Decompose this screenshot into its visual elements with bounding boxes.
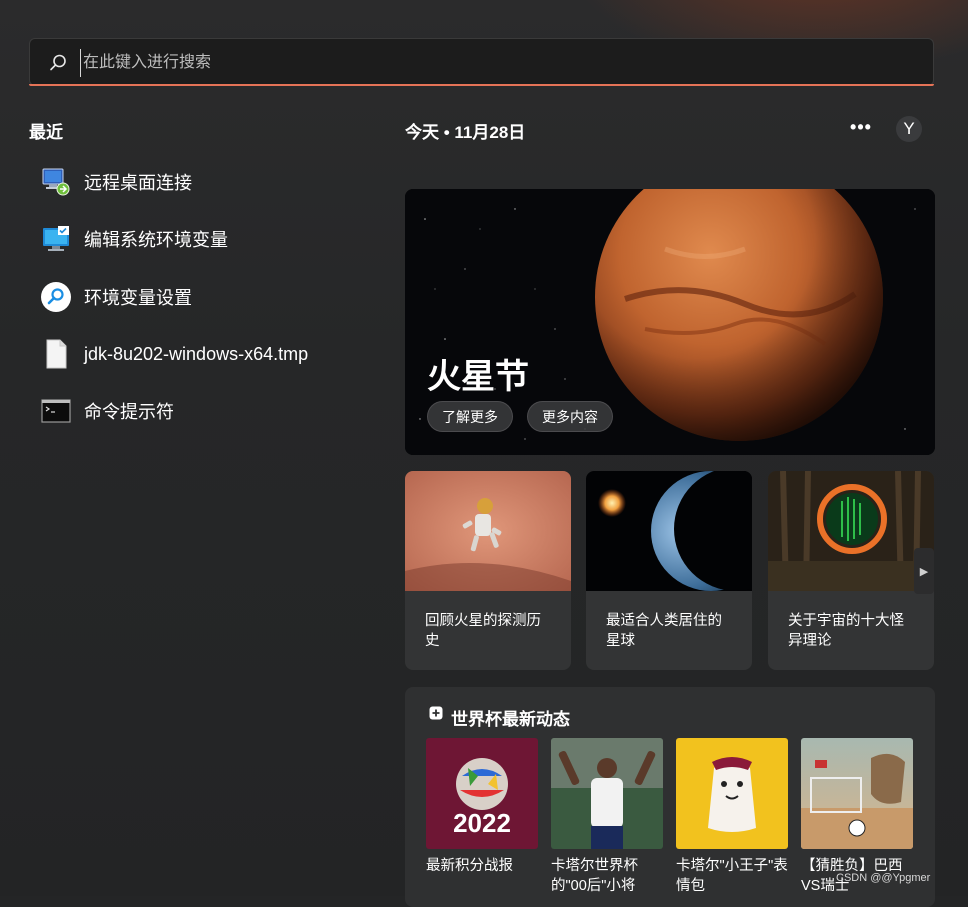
worldcup-caption: 卡塔尔"小王子"表情包 (676, 858, 788, 894)
monitor-check-icon (40, 223, 72, 255)
news-card-universe-theories[interactable]: 关于宇宙的十大怪异理论 (768, 471, 934, 670)
year-badge: 2022 (453, 808, 511, 838)
hero-card-mars-day[interactable]: 火星节 了解更多 更多内容 (405, 189, 935, 455)
worldcup-item-young-player[interactable] (551, 738, 663, 849)
recent-item-label: 命令提示符 (84, 402, 174, 422)
remote-desktop-icon (40, 166, 72, 198)
worldcup-item-standings[interactable]: 2022 (426, 738, 538, 849)
search-bar[interactable] (29, 38, 934, 86)
astronaut-image (405, 471, 571, 591)
hero-title: 火星节 (427, 358, 529, 396)
search-accent-line (29, 84, 934, 86)
search-icon (50, 54, 66, 71)
more-options-button[interactable]: ••• (848, 118, 874, 142)
worldcup-item-mascot[interactable] (676, 738, 788, 849)
recent-item-label: 远程桌面连接 (84, 173, 192, 193)
worldcup-caption: 最新积分战报 (426, 858, 513, 874)
card-caption: 关于宇宙的十大怪异理论 (788, 613, 904, 649)
portal-image (768, 471, 934, 591)
card-caption: 回顾火星的探测历史 (425, 613, 541, 649)
search-circle-icon (40, 281, 72, 313)
recent-item-label: 环境变量设置 (84, 288, 192, 308)
card-caption: 最适合人类居住的星球 (606, 613, 722, 649)
terminal-icon (40, 395, 72, 427)
date-heading: 今天 • 11月28日 (405, 123, 526, 142)
recent-item-label: 编辑系统环境变量 (84, 230, 228, 250)
search-input[interactable] (80, 49, 905, 77)
planet-image (586, 471, 752, 591)
learn-more-button[interactable]: 了解更多 (427, 401, 513, 432)
worldcup-caption: 卡塔尔世界杯的"00后"小将 (551, 858, 638, 894)
recent-item-env-settings[interactable]: 环境变量设置 (40, 277, 370, 317)
recent-item-command-prompt[interactable]: 命令提示符 (40, 391, 370, 431)
more-content-button[interactable]: 更多内容 (527, 401, 613, 432)
recent-item-jdk-file[interactable]: jdk-8u202-windows-x64.tmp (40, 334, 370, 374)
worldcup-title: 世界杯最新动态 (451, 710, 570, 729)
worldcup-item-prediction[interactable] (801, 738, 913, 849)
recent-item-label: jdk-8u202-windows-x64.tmp (84, 343, 309, 364)
file-icon (40, 338, 72, 370)
carousel-next-button[interactable]: ▶ (914, 548, 934, 594)
news-card-habitable-planet[interactable]: 最适合人类居住的星球 (586, 471, 752, 670)
recent-item-env-variables[interactable]: 编辑系统环境变量 (40, 219, 370, 259)
chevron-right-icon: ▶ (919, 565, 929, 578)
recent-title: 最近 (29, 123, 63, 142)
news-card-mars-exploration[interactable]: 回顾火星的探测历史 (405, 471, 571, 670)
watermark: CSDN @@Ypgmer (836, 872, 931, 884)
news-plus-icon (429, 706, 443, 720)
avatar[interactable]: Y (896, 116, 922, 142)
recent-item-remote-desktop[interactable]: 远程桌面连接 (40, 162, 370, 202)
